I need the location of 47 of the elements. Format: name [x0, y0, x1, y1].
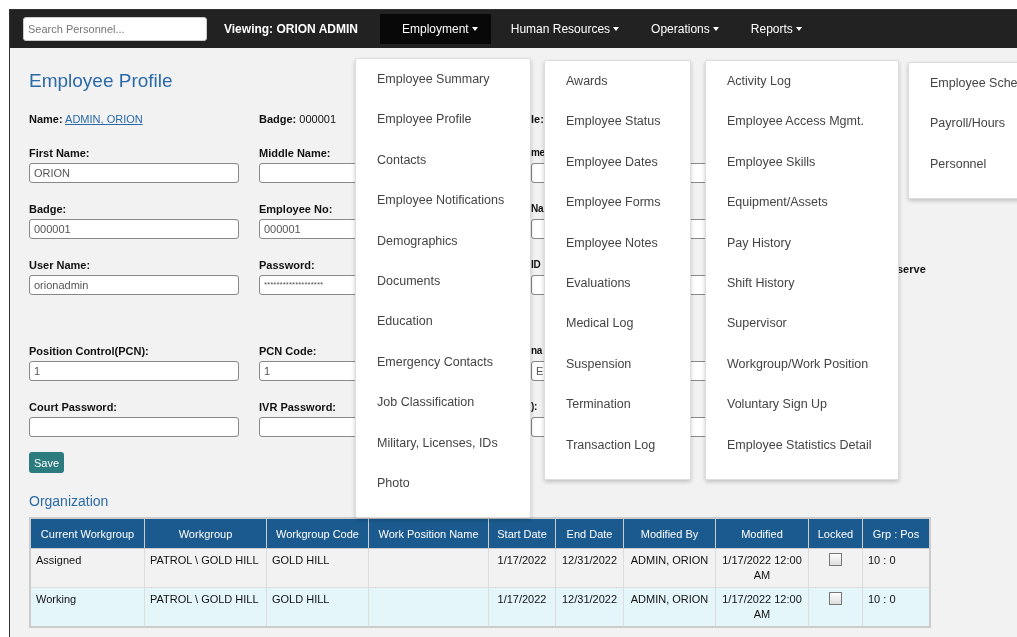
- table-cell: 1/17/2022: [497, 593, 547, 605]
- table-cell: 12/31/2022: [561, 593, 618, 605]
- column-header: Work Position Name: [368, 518, 489, 549]
- column-header: Grp : Pos: [862, 518, 930, 549]
- table-cell: PATROL \ GOLD HILL: [150, 593, 259, 605]
- section-title: Organization: [29, 493, 110, 509]
- viewing-label: Viewing: ORION ADMIN: [224, 22, 358, 36]
- column-header: Start Date: [488, 518, 556, 549]
- table-cell: ADMIN, ORION: [630, 593, 709, 605]
- table-cell: Working: [36, 593, 77, 605]
- table-cell: ADMIN, ORION: [630, 554, 709, 566]
- field-label: Court Password:: [29, 401, 117, 413]
- table-cell: 10 : 0: [868, 554, 896, 566]
- table-cell: 1/17/2022: [497, 554, 547, 566]
- field-label: Na: [531, 203, 544, 215]
- field-label: Badge:: [29, 203, 67, 215]
- column-header: Workgroup Code: [266, 518, 369, 549]
- field-label: User Name:: [29, 259, 91, 271]
- field-label: First Name:: [29, 147, 90, 159]
- column-header: Locked: [808, 518, 863, 549]
- field-label: na: [531, 345, 543, 357]
- field-label: Middle Name:: [259, 147, 331, 159]
- table-cell: 1/17/2022 12:00 AM: [722, 554, 802, 581]
- field-label: le:: [531, 113, 544, 125]
- table-cell: PATROL \ GOLD HILL: [150, 554, 259, 566]
- field-label: ):: [531, 401, 538, 413]
- column-header: End Date: [555, 518, 624, 549]
- table-cell: 10 : 0: [868, 593, 896, 605]
- field-label: Employee No:: [259, 203, 333, 215]
- name-label: Name: ADMIN, ORION: [29, 113, 143, 125]
- column-header: Modified By: [623, 518, 716, 549]
- table-cell: Assigned: [36, 554, 82, 566]
- badge-text: Badge: 000001: [259, 113, 337, 125]
- field-label: IVR Password:: [259, 401, 337, 413]
- table-cell: 12/31/2022: [561, 554, 618, 566]
- field-label: Password:: [259, 259, 315, 271]
- page-title: Employee Profile: [29, 70, 173, 92]
- column-header: Modified: [715, 518, 809, 549]
- column-header: Current Workgroup: [30, 518, 145, 549]
- field-label: ID: [531, 259, 541, 271]
- field-label: me: [531, 147, 545, 159]
- field-label: PCN Code:: [259, 345, 317, 357]
- table-cell: GOLD HILL: [272, 554, 330, 566]
- table-cell: 1/17/2022 12:00 AM: [722, 593, 802, 620]
- table-cell: GOLD HILL: [272, 593, 330, 605]
- field-label: Position Control(PCN):: [29, 345, 149, 357]
- column-header: Workgroup: [144, 518, 267, 549]
